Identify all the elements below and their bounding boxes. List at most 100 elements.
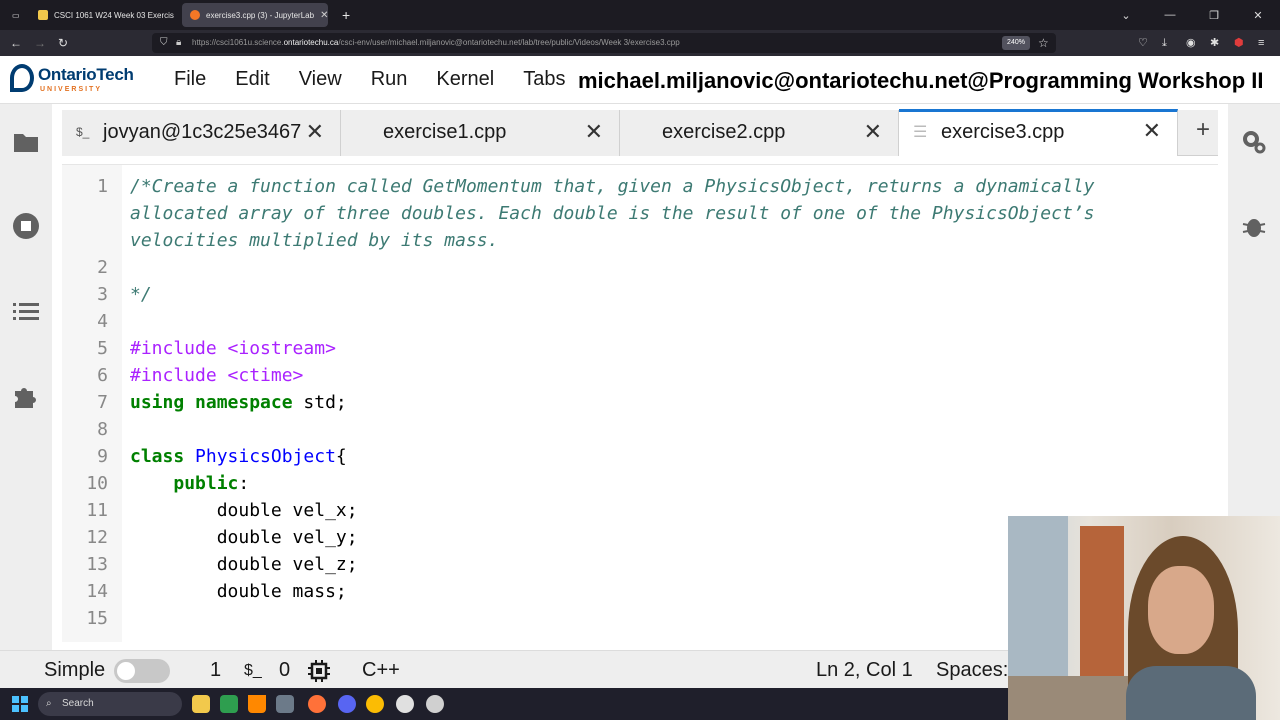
code-text: public:	[173, 473, 250, 494]
browser-tab-title: exercise3.cpp (3) - JupyterLab	[206, 10, 315, 20]
notepad-icon[interactable]	[220, 695, 238, 713]
menu-bar: File Edit View Run Kernel Tabs	[174, 68, 594, 91]
code-text: double vel_z;	[130, 554, 358, 575]
logo-subtitle: UNIVERSITY	[40, 86, 103, 93]
url-prefix: https://csci1061u.science.	[192, 38, 284, 47]
close-window-icon[interactable]: ✕	[1236, 9, 1280, 22]
tab-terminal[interactable]: $_ jovyan@1c3c25e3467 ✕	[62, 110, 341, 156]
table-of-contents-icon[interactable]	[12, 298, 40, 326]
code-text: velocities multiplied by its mass.	[130, 230, 499, 251]
restore-icon[interactable]: ❐	[1192, 9, 1236, 22]
forward-icon[interactable]: →	[34, 35, 46, 51]
window-controls: ⌄ — ❐ ✕	[1104, 0, 1280, 30]
settings-gears-icon[interactable]	[1240, 128, 1268, 156]
search-icon: ⌕	[46, 698, 52, 709]
add-tab-button[interactable]: +	[1196, 116, 1210, 144]
menu-kernel[interactable]: Kernel	[436, 68, 494, 91]
folder-icon[interactable]	[12, 128, 40, 156]
chevron-down-icon[interactable]: ⌄	[1104, 9, 1148, 22]
pocket-icon[interactable]: ♡	[1138, 35, 1148, 51]
back-icon[interactable]: ←	[10, 35, 22, 51]
menu-edit[interactable]: Edit	[235, 68, 269, 91]
line-number: 7	[97, 392, 108, 413]
close-icon[interactable]: ✕	[314, 10, 328, 21]
line-number: 15	[86, 608, 108, 629]
line-number: 4	[97, 311, 108, 332]
account-icon[interactable]: ◉	[1186, 35, 1196, 51]
vlc-icon[interactable]	[248, 695, 266, 713]
file-explorer-icon[interactable]	[192, 695, 210, 713]
close-icon[interactable]: ✕	[864, 119, 882, 145]
bookmark-star-icon[interactable]: ☆	[1038, 35, 1049, 51]
extensions-icon[interactable]: ✱	[1210, 35, 1219, 51]
webcam-overlay	[1008, 516, 1280, 720]
chrome-icon[interactable]	[366, 695, 384, 713]
kernel-chip-icon[interactable]	[308, 660, 330, 682]
close-icon[interactable]: ✕	[174, 10, 176, 21]
slack-icon[interactable]	[396, 695, 414, 713]
line-number: 6	[97, 365, 108, 386]
line-number: 13	[86, 554, 108, 575]
menu-run[interactable]: Run	[371, 68, 408, 91]
menu-view[interactable]: View	[299, 68, 342, 91]
download-icon[interactable]: ⤓	[1162, 35, 1167, 51]
folder-favicon-icon	[38, 10, 48, 20]
line-number: 1	[97, 176, 108, 197]
close-icon[interactable]: ✕	[585, 119, 603, 145]
code-text: using namespace std;	[130, 392, 347, 413]
overlay-title: michael.miljanovic@ontariotechu.net@Prog…	[578, 68, 1264, 93]
cursor-position[interactable]: Ln 2, Col 1	[816, 659, 913, 682]
minimize-icon[interactable]: —	[1148, 9, 1192, 21]
taskbar-search[interactable]: ⌕ Search	[38, 692, 182, 716]
left-sidebar	[0, 104, 52, 650]
line-number: 11	[86, 500, 108, 521]
browser-tab-title: CSCI 1061 W24 Week 03 Exercis	[54, 10, 174, 20]
browser-nav-bar: ← → ↻ ⛉ 🔒︎ https://csci1061u.science.ont…	[0, 30, 1280, 56]
indentation-setting[interactable]: Spaces:	[936, 659, 1008, 682]
menu-file[interactable]: File	[174, 68, 206, 91]
windows-start-icon[interactable]	[12, 696, 28, 712]
snipping-tool-icon[interactable]	[276, 695, 294, 713]
tab-list-icon[interactable]: ▭	[4, 3, 26, 27]
debugger-bug-icon[interactable]	[1240, 212, 1268, 240]
webcam-door	[1080, 526, 1124, 686]
extensions-puzzle-icon[interactable]	[12, 382, 40, 410]
taskbar-search-label: Search	[62, 698, 94, 709]
ublock-icon[interactable]: ⬢	[1234, 35, 1244, 51]
tab-label: exercise3.cpp	[941, 121, 1065, 143]
code-text: /*Create a function called GetMomentum t…	[130, 176, 1095, 197]
obs-icon[interactable]	[426, 695, 444, 713]
file-icon: ☰	[913, 124, 928, 141]
reload-icon[interactable]: ↻	[58, 35, 68, 51]
line-number: 12	[86, 527, 108, 548]
simple-mode-toggle[interactable]	[114, 659, 170, 683]
url-domain: ontariotechu.ca	[283, 38, 339, 47]
tab-exercise3[interactable]: ☰ exercise3.cpp ✕	[899, 109, 1178, 156]
terminal-count[interactable]: 0	[279, 659, 290, 682]
kernel-count[interactable]: 1	[210, 659, 221, 682]
menu-icon[interactable]: ≡	[1258, 35, 1264, 51]
zoom-level-badge[interactable]: 240%	[1002, 36, 1030, 50]
terminal-icon: $_	[244, 662, 262, 679]
logo-name: OntarioTech	[38, 65, 134, 84]
language-label[interactable]: C++	[362, 659, 400, 682]
simple-mode-label: Simple	[44, 659, 106, 681]
firefox-icon[interactable]	[308, 695, 326, 713]
close-icon[interactable]: ✕	[306, 119, 324, 145]
browser-tab-1[interactable]: CSCI 1061 W24 Week 03 Exercis ✕	[30, 3, 176, 27]
line-number: 9	[97, 446, 108, 467]
jupyter-favicon-icon	[190, 10, 200, 20]
code-text: class PhysicsObject{	[130, 446, 347, 467]
browser-tab-2[interactable]: exercise3.cpp (3) - JupyterLab ✕	[182, 3, 328, 27]
toggle-knob	[117, 662, 135, 680]
url-bar[interactable]: ⛉ 🔒︎ https://csci1061u.science.ontariote…	[152, 33, 1056, 53]
running-kernels-icon[interactable]	[12, 212, 40, 240]
close-icon[interactable]: ✕	[1143, 118, 1161, 144]
browser-tab-bar: ▭ CSCI 1061 W24 Week 03 Exercis ✕ exerci…	[0, 0, 1280, 30]
tab-exercise1[interactable]: exercise1.cpp ✕	[341, 110, 620, 156]
tab-exercise2[interactable]: exercise2.cpp ✕	[620, 110, 899, 156]
menu-tabs[interactable]: Tabs	[523, 68, 565, 91]
discord-icon[interactable]	[338, 695, 356, 713]
new-tab-button[interactable]: +	[334, 3, 354, 27]
code-text: #include <iostream>	[130, 338, 336, 359]
